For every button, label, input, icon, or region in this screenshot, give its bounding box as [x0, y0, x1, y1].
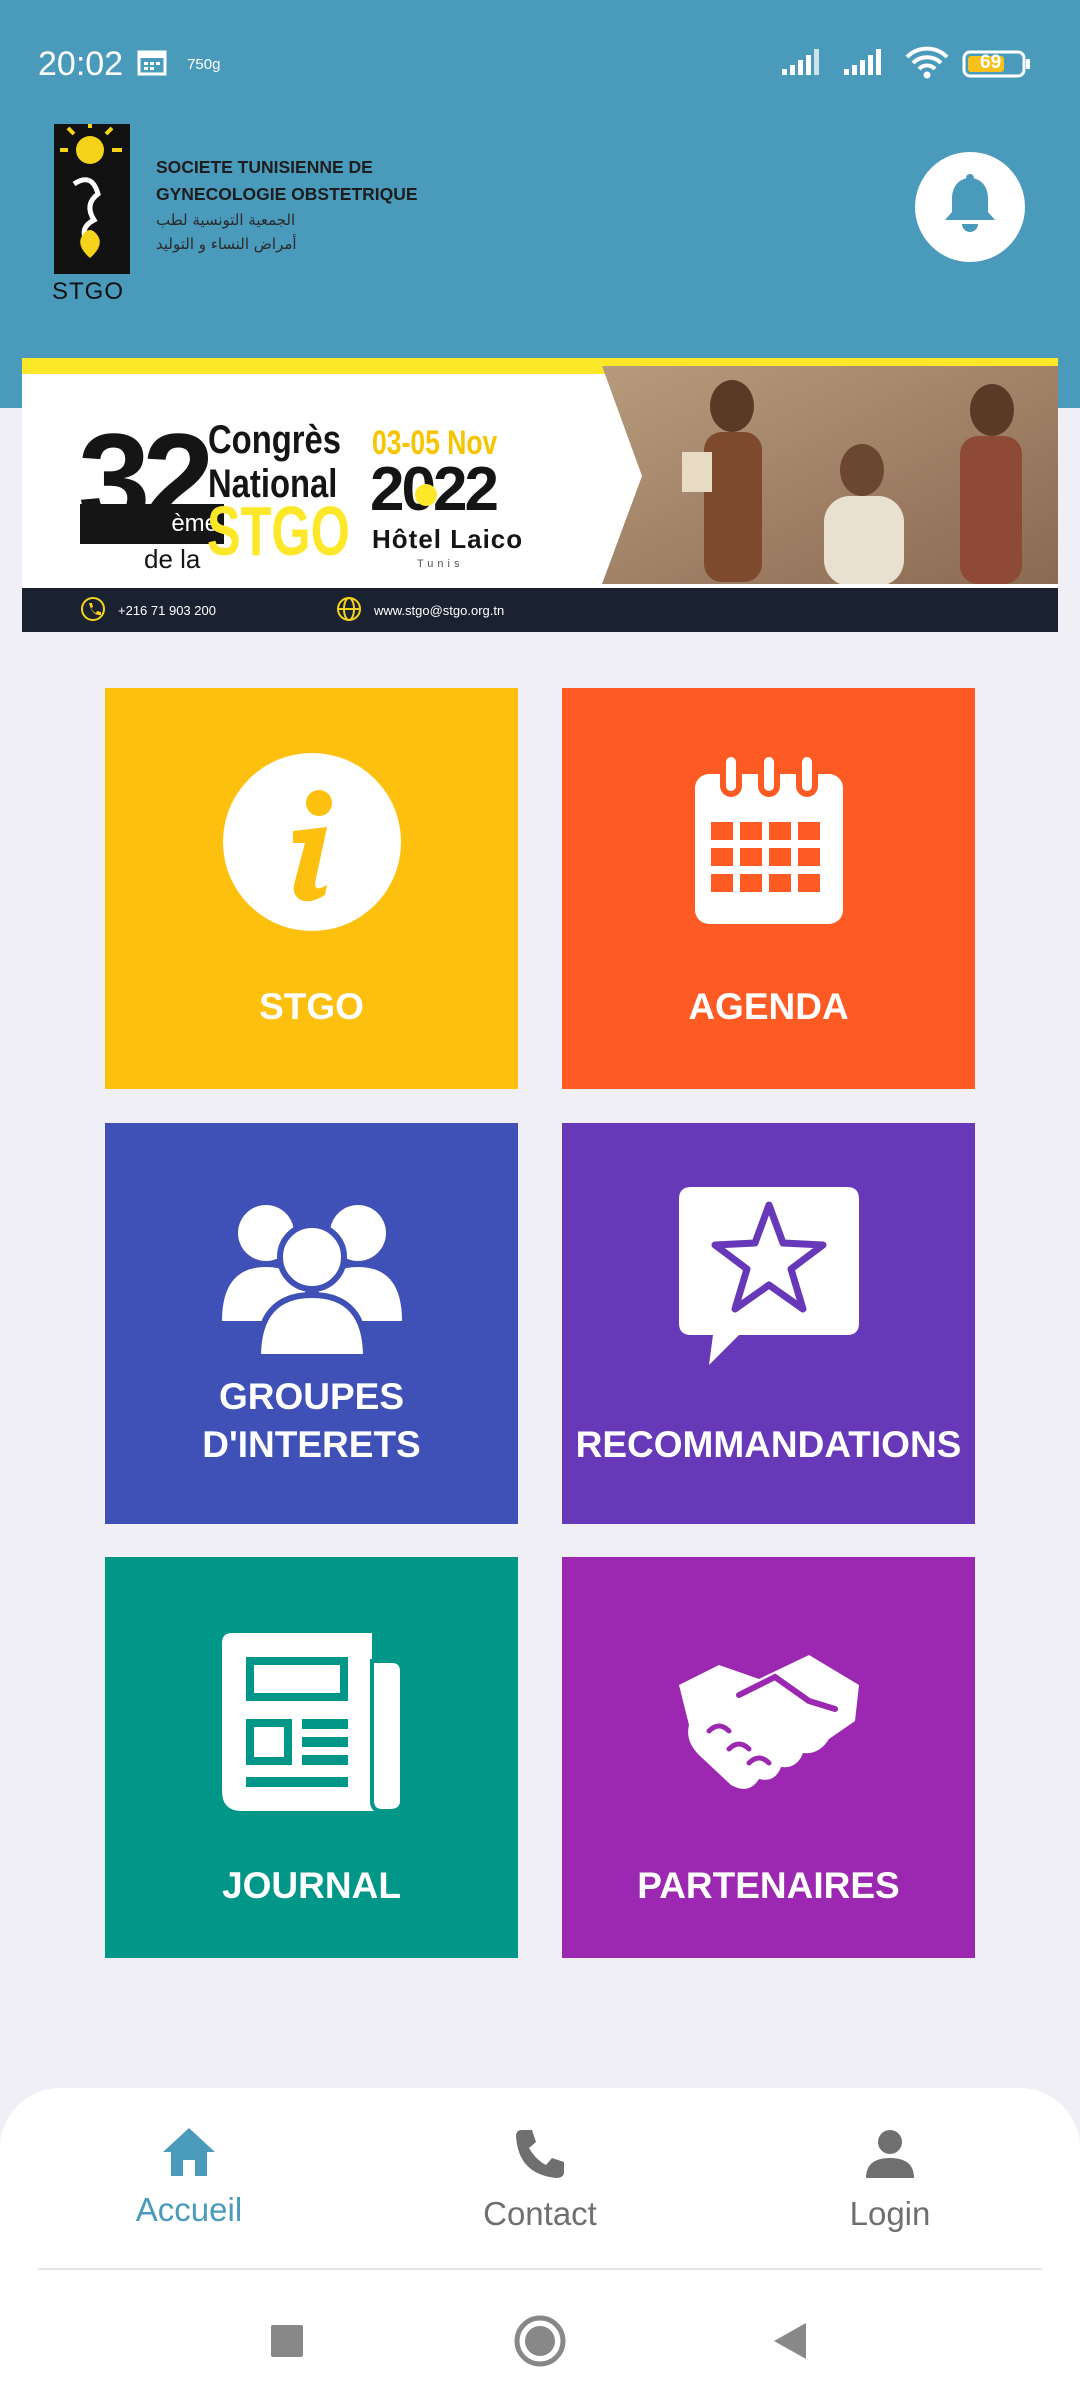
tile-groupes-interets[interactable]: GROUPES D'INTERETS [105, 1123, 518, 1524]
congress-banner[interactable]: 32 ème de la Congrès National STGO 03-05… [22, 358, 1058, 632]
tile-label: AGENDA [688, 986, 849, 1027]
tile-journal[interactable]: JOURNAL [105, 1557, 518, 1958]
battery-icon: 69 [962, 49, 1032, 79]
banner-mosaic-image [562, 366, 1058, 586]
banner-title-line1: Congrès [208, 418, 342, 462]
tile-recommandations[interactable]: RECOMMANDATIONS [562, 1123, 975, 1524]
org-name-fr-line1: SOCIETE TUNISIENNE DE [156, 157, 373, 177]
banner-venue: Hôtel Laico [372, 524, 524, 554]
banner-org: STGO [207, 492, 350, 570]
status-bar-right: 69 [780, 38, 1032, 90]
circle-home-icon [513, 2314, 567, 2373]
bottom-navigation: Accueil Contact Login [0, 2088, 1080, 2400]
banner-website-text: www.stgo@stgo.org.tn [373, 602, 505, 618]
status-bar-left: 20:02 750g [38, 38, 220, 90]
phone-circle-icon [80, 596, 106, 625]
status-extra: 750g [187, 55, 221, 73]
wifi-icon [904, 45, 950, 84]
home-icon [161, 2128, 217, 2182]
nav-divider [38, 2268, 1042, 2270]
tile-label: JOURNAL [222, 1865, 401, 1906]
tile-stgo[interactable]: STGO [105, 688, 518, 1089]
home-button[interactable] [500, 2308, 580, 2378]
tile-label-line2: D'INTERETS [202, 1424, 421, 1465]
tile-label: GROUPES D'INTERETS [105, 1373, 518, 1469]
status-time: 20:02 [38, 44, 124, 83]
nav-label: Contact [483, 2195, 597, 2232]
org-name-ar-line1: الجمعية التونسية لطب [156, 211, 296, 229]
logo-emblem [54, 124, 130, 274]
info-icon [105, 753, 518, 931]
tile-agenda[interactable]: AGENDA [562, 688, 975, 1089]
tile-label: RECOMMANDATIONS [575, 1424, 962, 1465]
nav-label: Login [849, 2195, 931, 2232]
bell-icon [940, 173, 1000, 241]
signal-icon [780, 47, 830, 82]
back-button[interactable] [750, 2308, 830, 2378]
recents-button[interactable] [247, 2308, 327, 2378]
org-name-ar-line2: أمراض النساء و التوليد [156, 235, 297, 253]
banner-edition-suffix: ème [80, 504, 224, 544]
nav-item-contact[interactable]: Contact [420, 2126, 660, 2233]
star-speech-bubble-icon [562, 1187, 975, 1367]
banner-year-dot [415, 484, 437, 506]
banner-phone-text: +216 71 903 200 [118, 602, 216, 618]
newspaper-icon [105, 1633, 518, 1813]
banner-website: www.stgo@stgo.org.tn [336, 596, 504, 625]
notifications-button[interactable] [915, 152, 1025, 262]
signal-icon-2 [842, 47, 892, 82]
tile-label: PARTENAIRES [637, 1865, 900, 1906]
tile-partenaires[interactable]: PARTENAIRES [562, 1557, 975, 1958]
banner-phone: +216 71 903 200 [80, 596, 216, 625]
triangle-back-icon [772, 2321, 808, 2366]
banner-city: Tunis [417, 558, 464, 570]
calendar-icon [562, 752, 975, 930]
org-name-fr-line2: GYNECOLOGIE OBSTETRIQUE [156, 184, 418, 204]
nav-item-accueil[interactable]: Accueil [69, 2126, 309, 2229]
users-group-icon [105, 1201, 518, 1357]
person-icon [862, 2130, 918, 2186]
battery-level: 69 [980, 52, 1002, 73]
phone-icon [512, 2130, 568, 2186]
banner-of-the: de la [144, 544, 201, 574]
handshake-icon [562, 1645, 975, 1795]
banner-footer: +216 71 903 200 www.stgo@stgo.org.tn [22, 588, 1058, 632]
nav-label: Accueil [135, 2191, 243, 2228]
globe-icon [336, 596, 362, 625]
app-header: 20:02 750g 69 STGO SOCIETE TUNISIENNE DE… [0, 0, 1080, 408]
logo-text: SOCIETE TUNISIENNE DE GYNECOLOGIE OBSTET… [156, 154, 436, 256]
square-icon [269, 2323, 305, 2364]
nav-item-login[interactable]: Login [770, 2126, 1010, 2233]
tile-label-line1: GROUPES [218, 1376, 405, 1417]
logo-caption: STGO [52, 278, 125, 305]
stgo-logo: STGO SOCIETE TUNISIENNE DE GYNECOLOGIE O… [50, 122, 430, 312]
calendar-notification-icon [137, 48, 167, 81]
tile-label: STGO [259, 986, 364, 1027]
